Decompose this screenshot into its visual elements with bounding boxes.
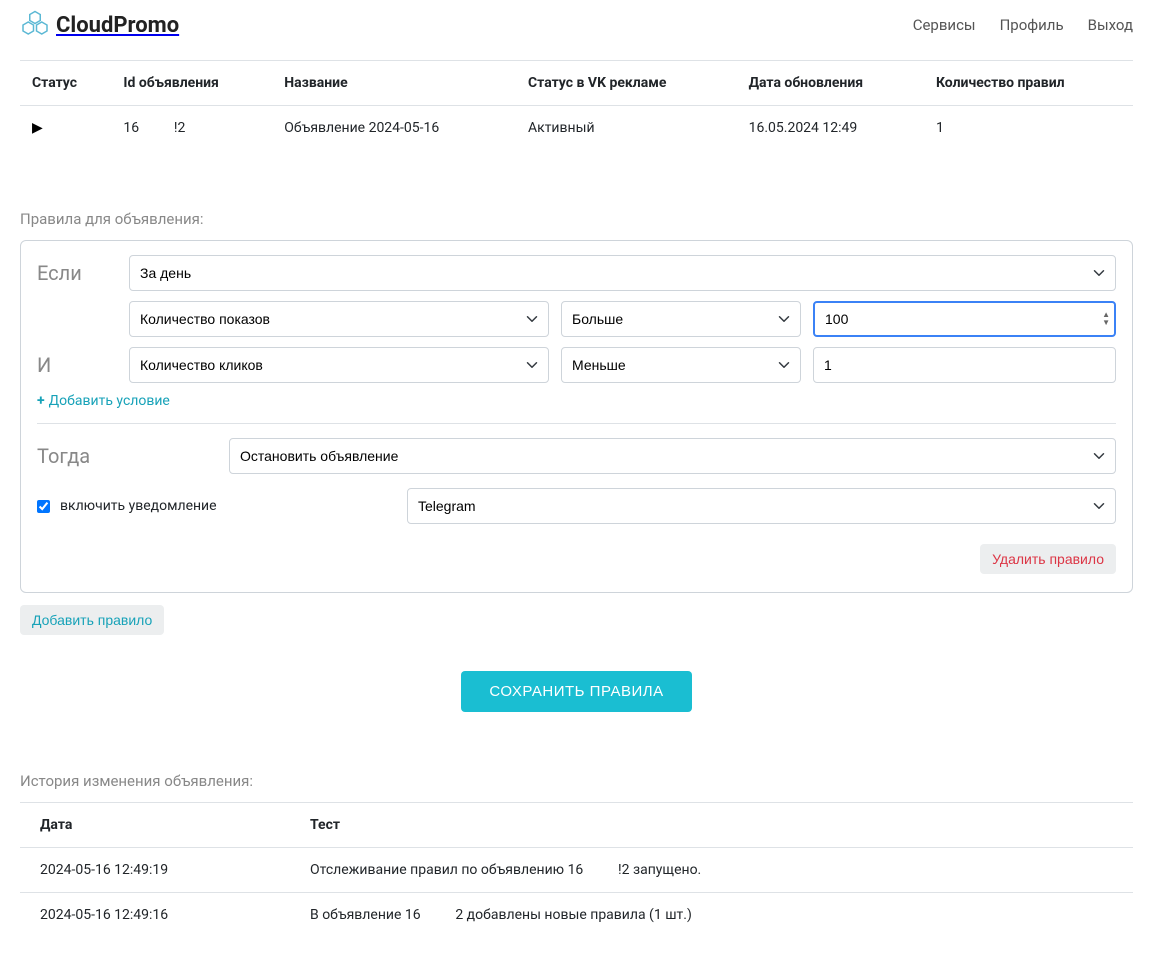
spinner-icon[interactable]: ▲▼	[1102, 311, 1110, 327]
play-icon[interactable]: ▶	[32, 120, 43, 136]
delete-rule-button[interactable]: Удалить правило	[980, 544, 1116, 574]
add-condition-link[interactable]: + Добавить условие	[37, 393, 170, 409]
cell-rules-count: 1	[926, 106, 1133, 151]
history-col-text: Тест	[290, 803, 1133, 848]
notify-checkbox[interactable]	[37, 500, 50, 513]
if-label: Если	[37, 261, 117, 285]
col-status: Статус	[20, 61, 113, 106]
cell-updated: 16.05.2024 12:49	[739, 106, 926, 151]
col-rules-count: Количество правил	[926, 61, 1133, 106]
col-updated: Дата обновления	[739, 61, 926, 106]
cell-vk-status: Активный	[518, 106, 739, 151]
metric-select-1[interactable]: Количество кликов	[129, 347, 549, 383]
then-label: Тогда	[37, 444, 217, 468]
brand-logo[interactable]: CloudPromo	[20, 10, 179, 40]
and-label: И	[37, 353, 117, 377]
ads-table: Статус Id объявления Название Статус в V…	[20, 60, 1133, 150]
history-text: Отслеживание правил по объявлению 16 !2 …	[290, 848, 1133, 893]
condition-row-1: И Количество кликов Меньше	[37, 347, 1116, 383]
condition-row-0: Количество показов Больше ▲▼	[37, 301, 1116, 337]
notify-label: включить уведомление	[60, 498, 217, 514]
nav-services[interactable]: Сервисы	[913, 16, 976, 34]
notify-channel-select[interactable]: Telegram	[407, 488, 1116, 524]
history-row: 2024-05-16 12:49:16 В объявление 16 2 до…	[20, 893, 1133, 938]
history-date: 2024-05-16 12:49:16	[20, 893, 290, 938]
nav-logout[interactable]: Выход	[1088, 16, 1133, 34]
op-select-0[interactable]: Больше	[561, 301, 801, 337]
period-select[interactable]: За день	[129, 255, 1116, 291]
table-row: ▶ 16 !2 Объявление 2024-05-16 Активный 1…	[20, 106, 1133, 151]
cloud-hex-icon	[20, 10, 50, 40]
rules-section-title: Правила для объявления:	[20, 210, 1133, 228]
action-select[interactable]: Остановить объявление	[229, 438, 1116, 474]
nav-links: Сервисы Профиль Выход	[913, 16, 1133, 34]
rule-box: Если За день Количество показов Больше ▲…	[20, 240, 1133, 593]
nav-profile[interactable]: Профиль	[1000, 16, 1064, 34]
history-col-date: Дата	[20, 803, 290, 848]
navbar: CloudPromo Сервисы Профиль Выход	[0, 0, 1153, 50]
cell-ad-id: 16 !2	[113, 106, 274, 151]
history-table: Дата Тест 2024-05-16 12:49:19 Отслеживан…	[20, 802, 1133, 937]
col-name: Название	[274, 61, 518, 106]
value-input-1[interactable]	[813, 347, 1116, 383]
add-rule-button[interactable]: Добавить правило	[20, 605, 164, 635]
divider	[37, 423, 1116, 424]
plus-icon: +	[37, 393, 45, 409]
col-ad-id: Id объявления	[113, 61, 274, 106]
save-rules-button[interactable]: СОХРАНИТЬ ПРАВИЛА	[461, 671, 691, 712]
history-date: 2024-05-16 12:49:19	[20, 848, 290, 893]
brand-text: CloudPromo	[56, 13, 179, 38]
history-title: История изменения объявления:	[20, 772, 1133, 790]
cell-name: Объявление 2024-05-16	[274, 106, 518, 151]
history-row: 2024-05-16 12:49:19 Отслеживание правил …	[20, 848, 1133, 893]
add-condition-text: Добавить условие	[49, 393, 170, 409]
value-input-0[interactable]	[813, 301, 1116, 337]
op-select-1[interactable]: Меньше	[561, 347, 801, 383]
metric-select-0[interactable]: Количество показов	[129, 301, 549, 337]
history-text: В объявление 16 2 добавлены новые правил…	[290, 893, 1133, 938]
col-vk-status: Статус в VK рекламе	[518, 61, 739, 106]
